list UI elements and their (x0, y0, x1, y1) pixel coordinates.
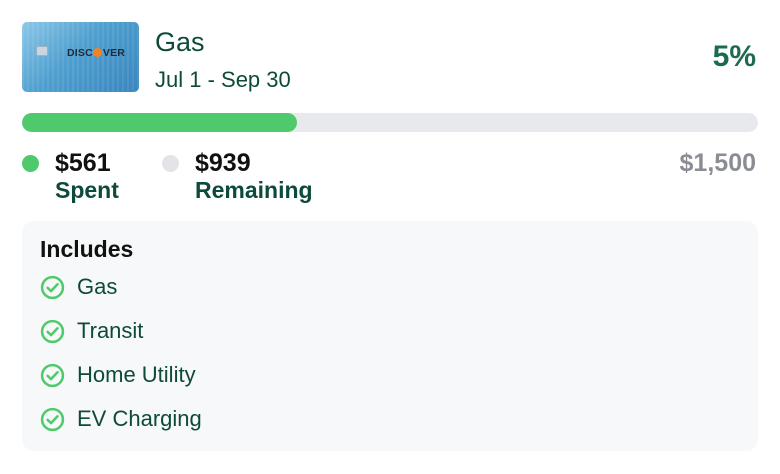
list-item: EV Charging (40, 404, 202, 434)
list-item: Gas (40, 272, 117, 302)
spend-limit-total: $1,500 (679, 149, 756, 177)
check-circle-icon (40, 363, 65, 387)
remaining-label: Remaining (195, 177, 313, 203)
cashback-rate: 5% (712, 40, 756, 73)
spend-progress-fill (22, 113, 298, 132)
check-circle-icon (40, 275, 65, 299)
spent-label: Spent (55, 177, 119, 203)
category-title: Gas (155, 27, 205, 57)
remaining-legend-dot (162, 155, 179, 172)
card-image: DISCVER it (22, 22, 139, 92)
list-item-label: EV Charging (77, 406, 202, 431)
check-circle-icon (40, 407, 65, 431)
remaining-amount: $939 (195, 149, 251, 177)
card-brand-logo: DISC VER (67, 47, 126, 59)
date-range: Jul 1 - Sep 30 (155, 67, 291, 92)
spent-amount: $561 (55, 149, 111, 177)
card-chip (36, 46, 48, 56)
check-circle-icon (40, 319, 65, 343)
list-item-label: Gas (77, 274, 118, 299)
spent-legend-dot (22, 155, 39, 172)
includes-panel: Includes Gas Transit Home Utility EV Cha… (22, 221, 758, 451)
list-item: Home Utility (40, 360, 196, 390)
includes-title: Includes (40, 236, 134, 262)
list-item: Transit (40, 316, 143, 346)
spend-progress-bar (22, 113, 758, 132)
list-item-label: Transit (77, 318, 144, 343)
list-item-label: Home Utility (77, 362, 196, 387)
